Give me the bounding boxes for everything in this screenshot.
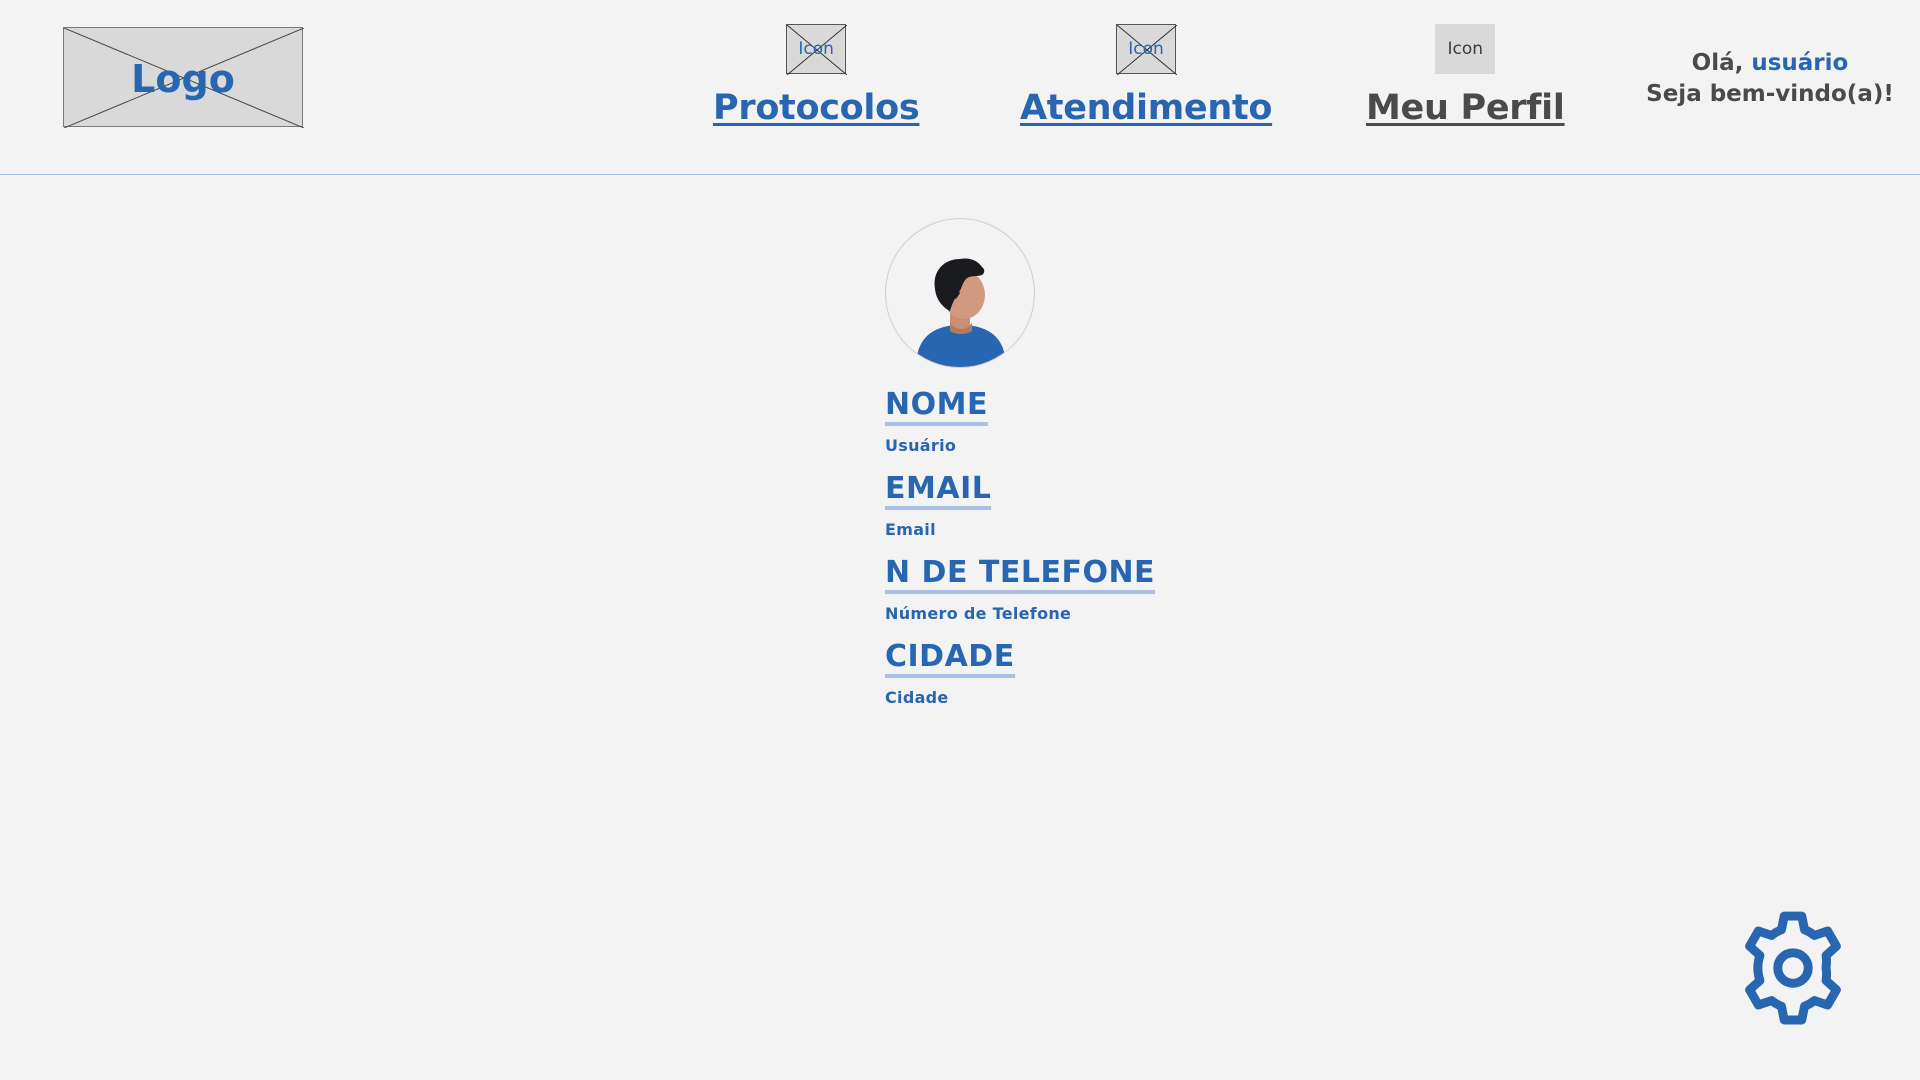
nav-label-atendimento[interactable]: Atendimento [1020, 88, 1272, 128]
nav-item-meu-perfil[interactable]: Icon Meu Perfil [1366, 24, 1565, 128]
field-title-telefone: N DE TELEFONE [885, 556, 1156, 594]
nav-label-protocolos[interactable]: Protocolos [713, 88, 920, 128]
nav-label-meu-perfil[interactable]: Meu Perfil [1366, 88, 1565, 128]
field-value-email[interactable]: Email [885, 520, 991, 539]
nav-item-protocolos[interactable]: Icon Protocolos [713, 24, 920, 128]
field-value-nome[interactable]: Usuário [885, 436, 988, 455]
logo-placeholder[interactable]: Logo [63, 27, 304, 128]
field-email: EMAIL Email [885, 472, 992, 539]
field-value-cidade[interactable]: Cidade [885, 688, 1015, 707]
protocolos-icon: Icon [786, 24, 848, 75]
field-title-email: EMAIL [885, 472, 992, 510]
greeting-line-1: Olá, usuário [1640, 48, 1900, 79]
nav-item-atendimento[interactable]: Icon Atendimento [1020, 24, 1272, 128]
greeting-username: usuário [1751, 50, 1849, 76]
logo-text: Logo [131, 57, 235, 101]
protocolos-icon-label: Icon [798, 39, 834, 59]
atendimento-icon-label: Icon [1128, 39, 1164, 59]
field-cidade: CIDADE Cidade [885, 640, 1015, 707]
top-header: Logo Icon Protocolos Icon Atendimento Ic… [0, 0, 1920, 175]
meu-perfil-icon-label: Icon [1447, 39, 1484, 59]
greeting-welcome: Seja bem-vindo(a)! [1646, 81, 1894, 107]
field-title-nome: NOME [885, 388, 988, 426]
profile-avatar [885, 218, 1035, 368]
field-telefone: N DE TELEFONE Número de Telefone [885, 556, 1156, 623]
settings-button[interactable] [1730, 905, 1856, 1031]
gear-icon [1745, 911, 1841, 1025]
field-nome: NOME Usuário [885, 388, 988, 455]
greeting-hello: Olá, [1691, 50, 1752, 76]
atendimento-icon: Icon [1116, 24, 1178, 75]
field-value-telefone[interactable]: Número de Telefone [885, 604, 1155, 623]
user-avatar-icon [916, 258, 1006, 367]
field-title-cidade: CIDADE [885, 640, 1015, 678]
meu-perfil-icon: Icon [1435, 24, 1496, 74]
greeting: Olá, usuário Seja bem-vindo(a)! [1640, 48, 1900, 110]
